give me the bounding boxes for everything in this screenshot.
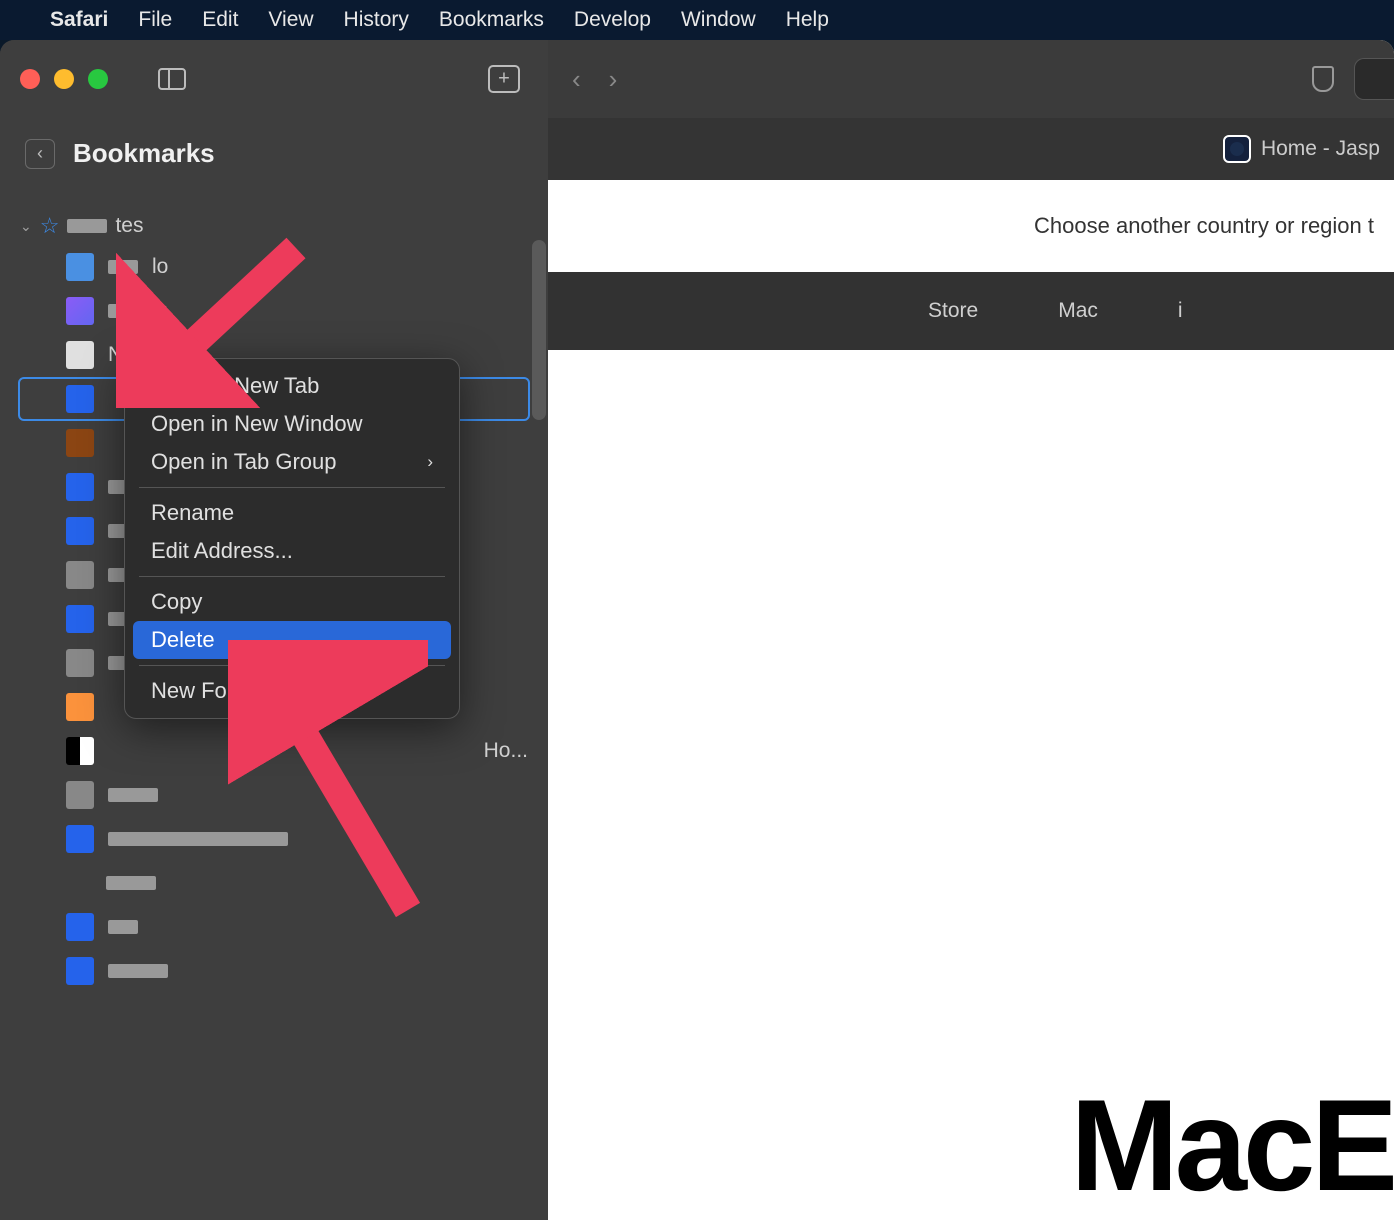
bookmark-label: in xyxy=(152,299,168,323)
nav-forward-button[interactable]: › xyxy=(609,64,618,95)
menu-rename[interactable]: Rename xyxy=(125,494,459,532)
menu-divider xyxy=(139,487,445,488)
menu-edit-address[interactable]: Edit Address... xyxy=(125,532,459,570)
favicon-icon xyxy=(66,561,94,589)
bookmark-item[interactable] xyxy=(10,949,538,993)
bookmark-item[interactable]: in xyxy=(10,289,538,333)
redacted-text xyxy=(108,304,138,318)
favicon-icon xyxy=(66,297,94,325)
region-banner: Choose another country or region t xyxy=(548,180,1394,272)
menu-bookmarks[interactable]: Bookmarks xyxy=(439,8,544,32)
bookmark-item[interactable] xyxy=(10,905,538,949)
menu-edit[interactable]: Edit xyxy=(202,8,238,32)
hero-headline: MacE xyxy=(1070,1070,1394,1220)
menu-delete[interactable]: Delete xyxy=(133,621,451,659)
browser-toolbar: ‹ › xyxy=(548,40,1394,118)
menu-view[interactable]: View xyxy=(268,8,313,32)
favicon-icon xyxy=(66,473,94,501)
redacted-text xyxy=(106,876,156,890)
favicon-icon xyxy=(66,429,94,457)
scrollbar[interactable] xyxy=(532,240,546,420)
favicon-icon xyxy=(66,781,94,809)
page-content: Choose another country or region t Store… xyxy=(548,180,1394,1220)
menu-window[interactable]: Window xyxy=(681,8,756,32)
redacted-text xyxy=(108,788,158,802)
favicon-icon xyxy=(66,649,94,677)
tab-favicon-icon xyxy=(1223,135,1251,163)
chevron-right-icon: › xyxy=(427,452,433,472)
close-window-button[interactable] xyxy=(20,69,40,89)
redacted-text xyxy=(108,832,288,846)
menu-divider xyxy=(139,576,445,577)
bookmarks-header: ‹ Bookmarks xyxy=(0,118,548,189)
content-area: ‹ › Home - Jasp Choose another country o… xyxy=(548,40,1394,1220)
menu-new-folder[interactable]: New Folde xyxy=(125,672,459,710)
nav-mac[interactable]: Mac xyxy=(1058,299,1098,323)
menu-help[interactable]: Help xyxy=(786,8,829,32)
bookmark-context-menu: Open in New Tab Open in New Window Open … xyxy=(124,358,460,719)
window-controls xyxy=(20,69,108,89)
menu-history[interactable]: History xyxy=(344,8,409,32)
bookmark-item[interactable] xyxy=(10,861,538,905)
tab-bar: Home - Jasp xyxy=(548,118,1394,180)
tab-title[interactable]: Home - Jasp xyxy=(1261,137,1380,161)
favicon-icon xyxy=(66,693,94,721)
toggle-sidebar-icon[interactable] xyxy=(158,68,186,90)
app-name[interactable]: Safari xyxy=(50,8,108,32)
maximize-window-button[interactable] xyxy=(88,69,108,89)
favicon-icon xyxy=(66,825,94,853)
privacy-shield-icon[interactable] xyxy=(1312,66,1334,92)
favicon-icon xyxy=(66,737,94,765)
star-icon: ☆ xyxy=(40,213,60,239)
favicon-icon xyxy=(66,605,94,633)
sidebar-toolbar xyxy=(0,40,548,118)
menu-develop[interactable]: Develop xyxy=(574,8,651,32)
region-banner-text: Choose another country or region t xyxy=(1034,213,1374,239)
menu-divider xyxy=(139,665,445,666)
menu-open-new-window[interactable]: Open in New Window xyxy=(125,405,459,443)
back-button[interactable]: ‹ xyxy=(25,139,55,169)
favicon-icon xyxy=(66,517,94,545)
favicon-icon xyxy=(66,341,94,369)
menu-file[interactable]: File xyxy=(138,8,172,32)
redacted-text xyxy=(108,260,138,274)
macos-menubar: Safari File Edit View History Bookmarks … xyxy=(0,0,1394,40)
bookmark-item[interactable] xyxy=(10,817,538,861)
nav-back-button[interactable]: ‹ xyxy=(572,64,581,95)
address-bar[interactable] xyxy=(1354,58,1394,100)
bookmark-label: Ho... xyxy=(484,739,528,763)
folder-label: tes xyxy=(115,214,143,238)
bookmark-item[interactable] xyxy=(10,773,538,817)
tab-overview-icon[interactable] xyxy=(488,65,520,93)
menu-copy[interactable]: Copy xyxy=(125,583,459,621)
bookmark-label: N xyxy=(108,343,123,367)
bookmark-item[interactable]: Ho... xyxy=(10,729,538,773)
redacted-text xyxy=(67,219,107,233)
favicon-icon xyxy=(66,385,94,413)
bookmark-label: lo xyxy=(152,255,168,279)
bookmark-item[interactable]: lo xyxy=(10,245,538,289)
chevron-down-icon[interactable]: ⌄ xyxy=(20,218,32,235)
favicon-icon xyxy=(66,913,94,941)
apple-site-nav: Store Mac i xyxy=(548,272,1394,350)
menu-open-tab-group[interactable]: Open in Tab Group › xyxy=(125,443,459,481)
redacted-text xyxy=(108,920,138,934)
redacted-text xyxy=(108,964,168,978)
favicon-icon xyxy=(66,957,94,985)
favorites-folder[interactable]: ⌄ ☆ tes xyxy=(10,207,538,245)
nav-other[interactable]: i xyxy=(1178,299,1183,323)
menu-open-new-tab[interactable]: Open in New Tab xyxy=(125,367,459,405)
nav-store[interactable]: Store xyxy=(928,299,978,323)
bookmarks-title: Bookmarks xyxy=(73,138,215,169)
favicon-icon xyxy=(66,253,94,281)
minimize-window-button[interactable] xyxy=(54,69,74,89)
menu-label: Open in Tab Group xyxy=(151,449,337,475)
